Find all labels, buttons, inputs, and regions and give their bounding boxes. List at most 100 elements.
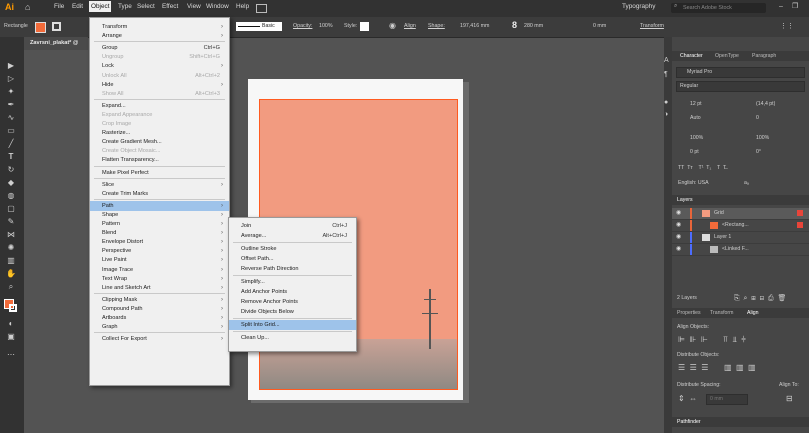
submenu-item-add-anchor-points[interactable]: Add Anchor Points — [229, 287, 356, 297]
font-style-field[interactable]: Regular — [676, 81, 805, 92]
submenu-item-reverse-path-direction[interactable]: Reverse Path Direction — [229, 264, 356, 274]
rectangle-tool-icon[interactable]: ▭ — [5, 126, 17, 135]
layer-row[interactable]: ◉ Grid — [672, 208, 809, 220]
corner-value[interactable]: 0 mm — [593, 23, 606, 29]
menu-item-graph[interactable]: Graph › — [90, 322, 229, 332]
layers-footer-buttons[interactable]: ⎘ ⌕ ⊞ ⊟ ⎙ 🗑 — [734, 294, 786, 303]
menu-item-flatten-transparency[interactable]: Flatten Transparency... — [90, 155, 229, 165]
spacing-value-field[interactable]: 0 mm — [706, 394, 748, 405]
hand-tool-icon[interactable]: ✋ — [5, 269, 17, 278]
tracking-value[interactable]: 0 — [756, 115, 759, 121]
menu-item-collect-for-export[interactable]: Collect For Export › — [90, 334, 229, 344]
menu-file[interactable]: File — [54, 3, 64, 10]
menu-item-create-trim-marks[interactable]: Create Trim Marks — [90, 189, 229, 199]
menu-window[interactable]: Window — [206, 3, 229, 10]
direct-selection-tool-icon[interactable]: ▷ — [5, 74, 17, 83]
selection-indicator-icon[interactable] — [797, 222, 803, 228]
vertical-scale-value[interactable]: 100% — [690, 135, 703, 141]
leading-value[interactable]: (14,4 pt) — [756, 101, 775, 107]
visibility-eye-icon[interactable]: ◉ — [676, 221, 681, 228]
width-value[interactable]: 197,416 mm — [460, 23, 489, 29]
stock-search-input[interactable]: ⌕ Search Adobe Stock — [671, 3, 766, 13]
color-panel-icon[interactable]: ◑ — [664, 111, 668, 118]
language-value[interactable]: English: USA — [678, 180, 709, 186]
artboard-tool-icon[interactable]: ▢ — [5, 204, 17, 213]
document-tab[interactable]: Zavrsni_plakat* @ — [24, 37, 88, 50]
menu-item-line-and-sketch-art[interactable]: Line and Sketch Art › — [90, 283, 229, 293]
arrange-docs-icon[interactable] — [256, 4, 267, 13]
height-value[interactable]: 280 mm — [524, 23, 543, 29]
menu-type[interactable]: Type — [118, 3, 132, 10]
visibility-eye-icon[interactable]: ◉ — [676, 209, 681, 216]
tab-align[interactable]: Align — [747, 310, 759, 316]
tab-layers[interactable]: Layers — [677, 197, 693, 203]
menu-item-make-pixel-perfect[interactable]: Make Pixel Perfect — [90, 168, 229, 178]
submenu-item-simplify[interactable]: Simplify... — [229, 277, 356, 287]
menu-item-arrange[interactable]: Arrange › — [90, 31, 229, 41]
fill-stroke-indicator[interactable] — [4, 299, 18, 313]
submenu-item-average[interactable]: Average... Alt+Ctrl+J — [229, 231, 356, 241]
align-objects-buttons[interactable]: ⊫ ⊪ ⊩ ⫪ ⫫ ⫩ — [678, 335, 746, 345]
opacity-label[interactable]: Opacity: — [293, 23, 312, 29]
submenu-item-outline-stroke[interactable]: Outline Stroke — [229, 244, 356, 254]
symbol-sprayer-tool-icon[interactable]: ✺ — [5, 243, 17, 252]
curvature-tool-icon[interactable]: ∿ — [5, 113, 17, 122]
maximize-icon[interactable]: ❐ — [792, 2, 798, 10]
recolor-icon[interactable]: ◉ — [389, 21, 396, 30]
baseline-shift-value[interactable]: 0 pt — [690, 149, 699, 155]
submenu-item-join[interactable]: Join Ctrl+J — [229, 221, 356, 231]
menu-effect[interactable]: Effect — [162, 3, 178, 10]
character-panel-icon[interactable]: A — [664, 57, 669, 64]
tab-properties[interactable]: Properties — [677, 310, 701, 316]
swatches-panel-icon[interactable]: ● — [664, 99, 668, 106]
opacity-value[interactable]: 100% — [319, 23, 333, 29]
tab-pathfinder[interactable]: Pathfinder — [677, 419, 701, 425]
minimize-icon[interactable]: – — [779, 3, 783, 10]
menu-select[interactable]: Select — [137, 3, 155, 10]
width-tool-icon[interactable]: ◆ — [5, 178, 17, 187]
menu-view[interactable]: View — [187, 3, 201, 10]
selection-tool-icon[interactable]: ▶ — [5, 61, 17, 70]
horizontal-scale-value[interactable]: 100% — [756, 135, 769, 141]
rotate-tool-icon[interactable]: ↻ — [5, 165, 17, 174]
tab-opentype[interactable]: OpenType — [715, 53, 739, 59]
menu-help[interactable]: Help — [236, 3, 249, 10]
align-label[interactable]: Align — [404, 23, 416, 29]
menu-object[interactable]: Object — [89, 1, 112, 12]
link-proportions-icon[interactable]: 8 — [512, 20, 517, 30]
stroke-style[interactable]: Basic — [236, 22, 282, 31]
distribute-spacing-buttons[interactable]: ⇕ ⇔ — [678, 394, 697, 403]
more-options-icon[interactable]: ⋮⋮ — [780, 22, 794, 30]
align-to-button[interactable]: ⊟ — [786, 394, 793, 403]
tab-transform[interactable]: Transform — [710, 310, 733, 316]
fill-swatch[interactable] — [35, 22, 46, 33]
graph-tool-icon[interactable]: ▥ — [5, 256, 17, 265]
line-tool-icon[interactable]: ╱ — [5, 139, 17, 148]
char-rotation-value[interactable]: 0° — [756, 149, 761, 155]
magic-wand-tool-icon[interactable]: ✦ — [5, 87, 17, 96]
layer-row[interactable]: ◉ <Linked F... — [672, 244, 809, 256]
paragraph-panel-icon[interactable]: ¶ — [664, 71, 668, 78]
antialias-value[interactable]: aₐ — [744, 180, 749, 186]
tab-paragraph[interactable]: Paragraph — [752, 53, 776, 59]
font-size-value[interactable]: 12 pt — [690, 101, 702, 107]
submenu-item-split-into-grid[interactable]: Split Into Grid... — [229, 320, 356, 330]
visibility-eye-icon[interactable]: ◉ — [676, 245, 681, 252]
transform-label[interactable]: Transform — [640, 23, 664, 29]
pen-tool-icon[interactable]: ✒ — [5, 100, 17, 109]
submenu-item-divide-objects-below[interactable]: Divide Objects Below — [229, 307, 356, 317]
submenu-item-remove-anchor-points[interactable]: Remove Anchor Points — [229, 297, 356, 307]
tab-character[interactable]: Character — [680, 53, 703, 59]
distribute-objects-buttons[interactable]: ☰ ☰ ☰ ▥ ▥ ▥ — [678, 363, 756, 372]
menu-edit[interactable]: Edit — [72, 3, 83, 10]
zoom-tool-icon[interactable]: ⌕ — [5, 282, 17, 291]
draw-mode-icon[interactable]: ◐ — [5, 319, 17, 328]
font-family-field[interactable]: Myriad Pro — [676, 67, 805, 78]
workspace-switcher[interactable]: Typography — [622, 3, 655, 10]
kerning-value[interactable]: Auto — [690, 115, 701, 121]
layer-row[interactable]: ◉ Layer 1 — [672, 232, 809, 244]
eyedropper-tool-icon[interactable]: ✎ — [5, 217, 17, 226]
selection-indicator-icon[interactable] — [797, 210, 803, 216]
visibility-eye-icon[interactable]: ◉ — [676, 233, 681, 240]
more-tools-icon[interactable]: ⋯ — [5, 350, 17, 359]
